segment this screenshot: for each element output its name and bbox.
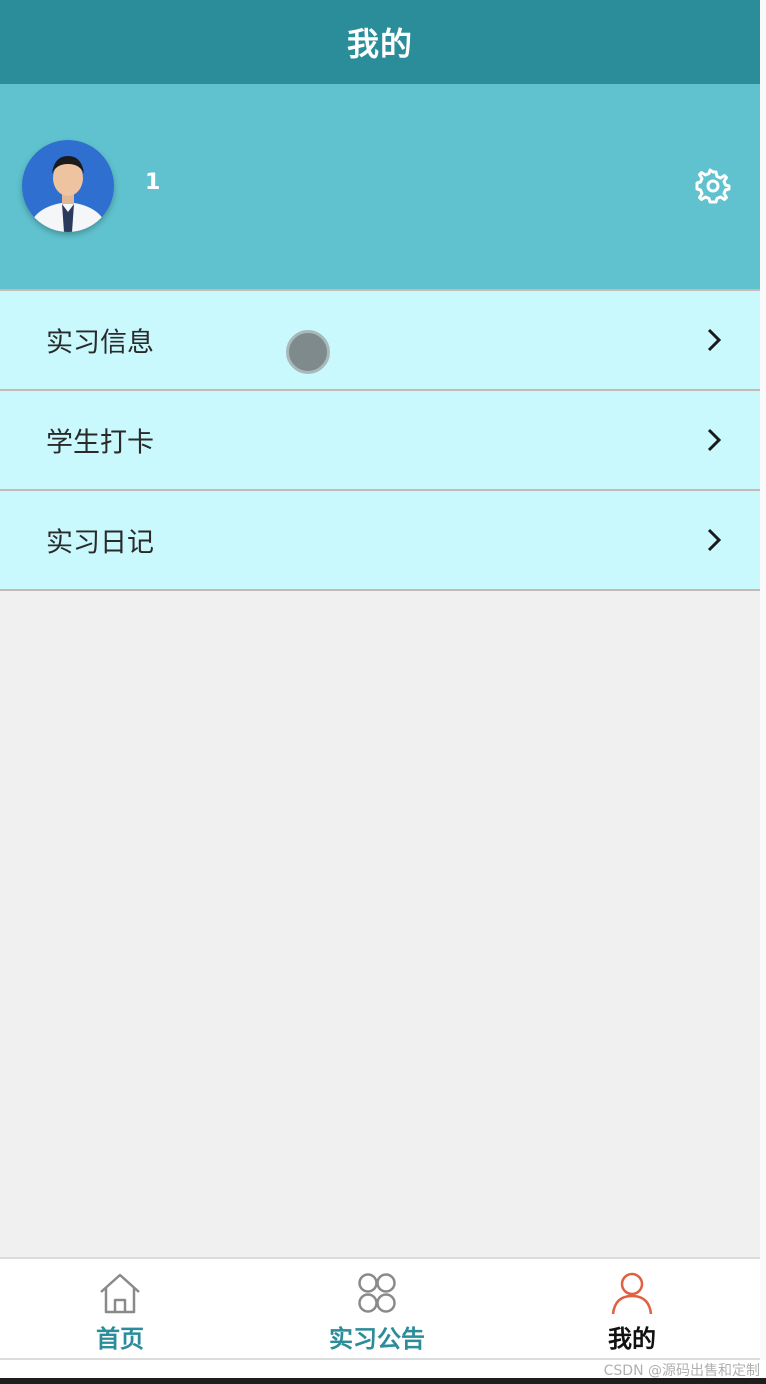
tab-internship-notice[interactable]: 实习公告 [300,1259,454,1359]
app-screen: 我的 1 实习信息 学生打卡 实习日记 首页 实习公告 我的 [0,0,760,1384]
bottom-tab-bar: 首页 实习公告 我的 [0,1257,760,1360]
tab-mine-label: 我的 [608,1325,656,1353]
bottom-edge-bar [0,1378,766,1384]
profile-card: 1 [0,84,760,289]
watermark: CSDN @源码出售和定制 [603,1363,760,1379]
home-icon [100,1273,140,1314]
page-header: 我的 [0,0,760,84]
tab-home-label: 首页 [96,1325,144,1353]
menu-item-label: 实习日记 [46,527,154,559]
chevron-right-icon [707,428,722,452]
tab-mine[interactable]: 我的 [572,1259,692,1359]
gear-icon[interactable] [695,168,731,204]
right-edge [760,0,766,1384]
chevron-right-icon [707,528,722,552]
tab-home[interactable]: 首页 [60,1259,180,1359]
menu-item-internship-diary[interactable]: 实习日记 [0,491,760,591]
avatar[interactable] [22,140,114,232]
username: 1 [145,170,161,195]
menu-item-student-checkin[interactable]: 学生打卡 [0,391,760,491]
menu-item-label: 实习信息 [46,327,154,359]
page-title: 我的 [346,25,413,63]
chevron-right-icon [707,328,722,352]
touch-indicator [286,330,330,374]
menu-item-internship-info[interactable]: 实习信息 [0,289,760,391]
person-icon [611,1272,653,1315]
grid-clover-icon [358,1273,396,1313]
menu-item-label: 学生打卡 [46,427,154,459]
tab-notice-label: 实习公告 [329,1325,425,1353]
menu-list: 实习信息 学生打卡 实习日记 [0,289,760,591]
